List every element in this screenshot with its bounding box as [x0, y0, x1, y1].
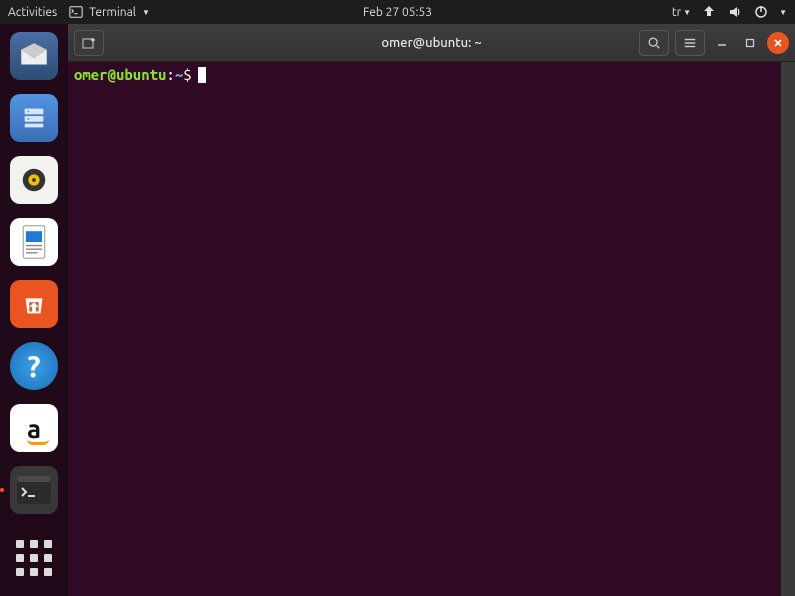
prompt-user-host: omer@ubuntu — [74, 66, 166, 83]
chevron-down-icon: ▼ — [142, 8, 150, 17]
dock-app-thunderbird[interactable] — [10, 32, 58, 80]
apps-grid-icon — [16, 540, 52, 576]
keyboard-layout-indicator[interactable]: tr ▼ — [672, 6, 691, 19]
menu-button[interactable] — [675, 30, 705, 56]
new-tab-button[interactable] — [74, 30, 104, 56]
text-cursor — [198, 67, 206, 83]
terminal-icon — [69, 5, 83, 19]
document-icon — [19, 224, 49, 260]
clock[interactable]: Feb 27 05:53 — [363, 6, 432, 19]
volume-icon[interactable] — [727, 4, 743, 20]
dock: ? a — [0, 24, 68, 596]
app-menu-label: Terminal — [89, 6, 136, 19]
amazon-icon: a — [27, 414, 41, 443]
dock-app-terminal[interactable] — [10, 466, 58, 514]
app-menu[interactable]: Terminal ▼ — [69, 5, 150, 19]
dock-app-amazon[interactable]: a — [10, 404, 58, 452]
activities-button[interactable]: Activities — [8, 6, 57, 19]
dock-app-software[interactable] — [10, 280, 58, 328]
speaker-icon — [19, 165, 49, 195]
window-title: omer@ubuntu: ~ — [381, 36, 481, 50]
dock-app-rhythmbox[interactable] — [10, 156, 58, 204]
close-icon — [773, 38, 783, 48]
prompt-path: ~ — [175, 66, 183, 83]
chevron-down-icon: ▼ — [683, 8, 691, 17]
new-tab-icon — [81, 35, 97, 51]
minimize-icon — [717, 38, 727, 48]
prompt-line: omer@ubuntu:~$ — [74, 66, 775, 83]
running-indicator — [0, 488, 4, 492]
terminal-icon — [17, 476, 51, 504]
terminal-window: omer@ubuntu: ~ omer@ubuntu:~$ — [68, 24, 795, 596]
question-icon: ? — [27, 349, 40, 383]
search-icon — [647, 36, 661, 50]
close-button[interactable] — [767, 32, 789, 54]
system-menu-chevron[interactable]: ▼ — [779, 8, 787, 17]
mail-icon — [17, 39, 51, 73]
dock-app-writer[interactable] — [10, 218, 58, 266]
terminal-title-bar[interactable]: omer@ubuntu: ~ — [68, 24, 795, 62]
shopping-bag-icon — [19, 289, 49, 319]
search-button[interactable] — [639, 30, 669, 56]
files-icon — [19, 103, 49, 133]
terminal-body[interactable]: omer@ubuntu:~$ — [68, 62, 795, 596]
gnome-top-bar: Activities Terminal ▼ Feb 27 05:53 tr ▼ … — [0, 0, 795, 24]
maximize-icon — [745, 38, 755, 48]
maximize-button[interactable] — [739, 32, 761, 54]
hamburger-icon — [683, 36, 697, 50]
dock-app-help[interactable]: ? — [10, 342, 58, 390]
show-applications-button[interactable] — [10, 534, 58, 582]
scrollbar[interactable] — [781, 62, 795, 596]
minimize-button[interactable] — [711, 32, 733, 54]
prompt-dollar: $ — [183, 66, 191, 83]
dock-app-files[interactable] — [10, 94, 58, 142]
power-icon[interactable] — [753, 4, 769, 20]
network-icon[interactable] — [701, 4, 717, 20]
prompt-colon: : — [166, 66, 174, 83]
